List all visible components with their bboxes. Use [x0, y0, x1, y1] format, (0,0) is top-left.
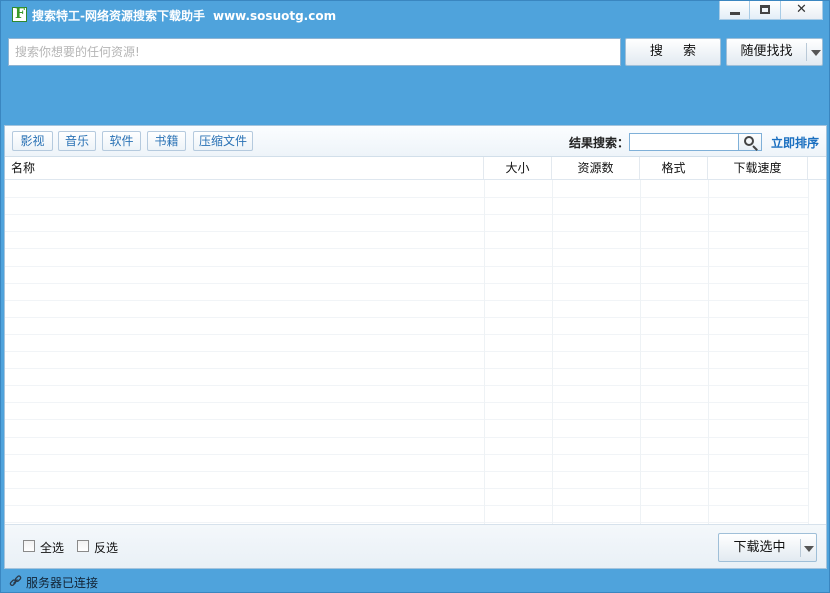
- close-icon: ✕: [796, 2, 807, 17]
- column-divider: [552, 180, 553, 524]
- grid-line: [5, 471, 808, 472]
- results-table-body[interactable]: [5, 180, 826, 524]
- grid-line: [5, 368, 808, 369]
- select-all-checkbox[interactable]: [23, 540, 35, 552]
- search-icon-handle: [752, 145, 758, 151]
- app-logo-letter: F: [15, 6, 25, 22]
- close-button[interactable]: ✕: [781, 1, 823, 20]
- column-header-format[interactable]: 格式: [640, 157, 708, 179]
- sort-now-link[interactable]: 立即排序: [771, 134, 819, 151]
- column-header-sources[interactable]: 资源数: [552, 157, 640, 179]
- category-music-button[interactable]: 音乐: [58, 131, 96, 151]
- grid-line: [5, 317, 808, 318]
- results-panel: 影视 音乐 软件 书籍 压缩文件 结果搜索： 立即排序 名称 大小 资源数 格式…: [4, 125, 827, 569]
- search-icon: [744, 136, 754, 146]
- grid-line: [5, 505, 808, 506]
- grid-line: [5, 266, 808, 267]
- maximize-button[interactable]: [750, 1, 781, 20]
- grid-line: [5, 419, 808, 420]
- category-video-button[interactable]: 影视: [12, 131, 53, 151]
- column-divider: [484, 180, 485, 524]
- grid-line: [5, 437, 808, 438]
- action-footer: 全选 反选 下载选中: [5, 524, 826, 568]
- status-bar: 服务器已连接: [1, 570, 829, 592]
- minimize-button[interactable]: [719, 1, 750, 20]
- download-selected-button[interactable]: 下载选中: [718, 533, 817, 562]
- grid-line: [5, 351, 808, 352]
- invert-selection-label[interactable]: 反选: [94, 539, 118, 556]
- window-title-name: 搜索特工-网络资源搜索下载助手: [32, 9, 205, 23]
- maximize-icon: [760, 5, 770, 14]
- grid-line: [5, 283, 808, 284]
- grid-line: [5, 522, 808, 523]
- title-bar[interactable]: F 搜索特工-网络资源搜索下载助手 www.sosuotg.com ✕: [1, 1, 829, 27]
- column-divider: [708, 180, 709, 524]
- download-selected-label: 下载选中: [733, 540, 786, 555]
- select-all-label[interactable]: 全选: [40, 539, 64, 556]
- column-header-size[interactable]: 大小: [484, 157, 552, 179]
- link-icon: [9, 575, 22, 587]
- grid-line: [5, 231, 808, 232]
- category-books-button[interactable]: 书籍: [147, 131, 186, 151]
- search-input[interactable]: [8, 38, 621, 66]
- random-find-divider: [806, 43, 807, 61]
- column-header-speed[interactable]: 下载速度: [708, 157, 808, 179]
- window-controls: ✕: [719, 1, 823, 21]
- column-header-name[interactable]: 名称: [5, 157, 484, 179]
- table-header: 名称 大小 资源数 格式 下载速度: [5, 157, 826, 180]
- grid-line: [5, 300, 808, 301]
- column-divider: [640, 180, 641, 524]
- chevron-down-icon[interactable]: [804, 546, 814, 552]
- random-find-label: 随便找找: [740, 44, 793, 59]
- app-window: F 搜索特工-网络资源搜索下载助手 www.sosuotg.com ✕ 搜 索 随…: [0, 0, 830, 593]
- table-scroll-gutter: [808, 180, 826, 524]
- grid-line: [5, 385, 808, 386]
- window-title-url: www.sosuotg.com: [212, 9, 337, 23]
- grid-line: [5, 197, 808, 198]
- grid-line: [5, 488, 808, 489]
- result-filter-search-button[interactable]: [739, 133, 762, 151]
- download-divider: [800, 539, 801, 557]
- invert-selection-checkbox[interactable]: [77, 540, 89, 552]
- random-find-button[interactable]: 随便找找: [726, 38, 823, 66]
- grid-line: [5, 334, 808, 335]
- grid-line: [5, 402, 808, 403]
- grid-line: [5, 214, 808, 215]
- grid-line: [5, 248, 808, 249]
- chevron-down-icon[interactable]: [811, 50, 821, 56]
- result-filter-input[interactable]: [629, 133, 739, 151]
- app-logo-icon: F: [12, 7, 27, 22]
- window-title: 搜索特工-网络资源搜索下载助手 www.sosuotg.com: [32, 7, 336, 24]
- result-filter-label: 结果搜索：: [569, 136, 630, 150]
- category-archives-button[interactable]: 压缩文件: [193, 131, 253, 151]
- grid-line: [5, 454, 808, 455]
- connection-status: 服务器已连接: [26, 576, 99, 590]
- category-software-button[interactable]: 软件: [102, 131, 141, 151]
- category-toolbar: 影视 音乐 软件 书籍 压缩文件 结果搜索： 立即排序: [5, 126, 826, 157]
- minimize-icon: [730, 12, 740, 15]
- search-button[interactable]: 搜 索: [625, 38, 721, 66]
